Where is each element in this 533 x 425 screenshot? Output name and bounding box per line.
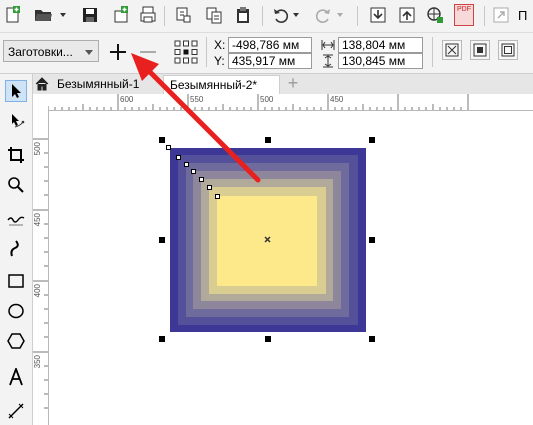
ruler-tick-label: 500	[260, 95, 274, 104]
chevron-down-icon	[85, 50, 93, 55]
redo-icon[interactable]	[312, 4, 334, 26]
toolbar-separator	[484, 6, 485, 26]
selection-handle[interactable]	[265, 336, 271, 342]
ruler-tick-label: 450	[330, 95, 344, 104]
y-position-field[interactable]: 435,917 мм	[228, 53, 312, 69]
undo-icon[interactable]	[270, 4, 292, 26]
open-folder-icon[interactable]	[32, 4, 54, 26]
tab-document-1[interactable]: Безымянный-1	[51, 75, 161, 94]
cut-off-menu-label[interactable]: П	[518, 8, 527, 23]
ruler-tick-label: 450	[33, 213, 42, 227]
ruler-tick-label: 350	[33, 355, 42, 369]
selection-handle[interactable]	[159, 137, 165, 143]
import-icon[interactable]	[110, 4, 132, 26]
toolbar-separator	[206, 37, 207, 67]
document-tabs: Безымянный-1 Безымянный-2* +	[33, 74, 533, 94]
pick-tool-icon[interactable]	[5, 80, 27, 102]
web-publish-icon[interactable]	[424, 4, 446, 26]
open-dropdown-caret[interactable]	[60, 13, 66, 17]
reference-point-icon[interactable]	[174, 40, 198, 64]
ellipse-tool-icon[interactable]	[5, 300, 27, 322]
cut-icon[interactable]	[172, 4, 194, 26]
selection-handle[interactable]	[159, 237, 165, 243]
shape-tool-icon[interactable]	[5, 110, 27, 132]
pdf-icon[interactable]: PDF	[452, 4, 476, 26]
x-label: X:	[214, 38, 226, 52]
export-arrow-icon[interactable]	[396, 4, 418, 26]
paste-icon[interactable]	[232, 4, 254, 26]
height-icon	[322, 54, 334, 68]
save-icon[interactable]	[79, 4, 101, 26]
property-bar: Заготовки... X: -498,786 мм Y: 435,917 м…	[0, 33, 533, 74]
preset-dropdown[interactable]: Заготовки...	[3, 40, 99, 62]
print-icon[interactable]	[137, 4, 159, 26]
x-position-field[interactable]: -498,786 мм	[228, 37, 312, 53]
scale-icon[interactable]	[442, 40, 462, 60]
tab-document-2[interactable]: Безымянный-2*	[163, 75, 280, 94]
width-field[interactable]: 138,804 мм	[338, 37, 423, 53]
artistic-media-icon[interactable]	[5, 238, 27, 260]
selection-handle[interactable]	[369, 336, 375, 342]
page-frame-icon[interactable]	[498, 40, 518, 60]
toolbar-separator	[357, 6, 358, 26]
redo-dropdown-caret[interactable]	[337, 13, 343, 17]
remove-preset-icon[interactable]	[138, 42, 158, 62]
ruler-tick-label: 550	[190, 95, 204, 104]
toolbox	[0, 74, 33, 425]
zoom-tool-icon[interactable]	[5, 174, 27, 196]
copy-icon[interactable]	[203, 4, 225, 26]
toolbar-separator	[432, 37, 433, 67]
width-icon	[321, 39, 335, 51]
tab-label: Безымянный-2*	[170, 78, 258, 92]
add-preset-icon[interactable]	[108, 42, 128, 62]
toolbar-separator	[164, 6, 165, 26]
pdf-label: PDF	[457, 6, 471, 13]
dimension-tool-icon[interactable]	[5, 400, 27, 422]
selection-handle[interactable]	[369, 137, 375, 143]
selection-handle[interactable]	[159, 336, 165, 342]
home-icon[interactable]	[35, 77, 49, 91]
rectangle-tool-icon[interactable]	[5, 270, 27, 292]
new-document-icon[interactable]	[2, 4, 24, 26]
toolbar-separator	[262, 6, 263, 26]
text-tool-icon[interactable]	[5, 366, 27, 388]
ruler-tick-label: 400	[33, 284, 42, 298]
polygon-tool-icon[interactable]	[5, 330, 27, 352]
mirror-icon[interactable]	[470, 40, 490, 60]
vertical-ruler[interactable]: 500 450 400 350	[33, 110, 49, 425]
standard-toolbar: PDF П	[0, 0, 533, 33]
height-field[interactable]: 130,845 мм	[338, 53, 423, 69]
horizontal-ruler[interactable]: 600 550 500 450	[48, 94, 533, 111]
preset-value: Заготовки...	[8, 45, 73, 59]
import-arrow-icon[interactable]	[367, 4, 389, 26]
crop-tool-icon[interactable]	[5, 144, 27, 166]
tab-label: Безымянный-1	[57, 77, 140, 91]
drawing-canvas[interactable]	[49, 111, 533, 425]
ruler-tick-label: 500	[33, 142, 42, 156]
selection-handle[interactable]	[265, 137, 271, 143]
add-tab-button[interactable]: +	[283, 74, 303, 94]
freehand-tool-icon[interactable]	[5, 208, 27, 230]
selection-handle[interactable]	[369, 237, 375, 243]
ruler-tick-label: 600	[120, 95, 134, 104]
undo-dropdown-caret[interactable]	[293, 13, 299, 17]
ruler-corner[interactable]	[33, 94, 49, 111]
y-label: Y:	[214, 54, 225, 68]
launch-icon[interactable]	[490, 4, 512, 26]
